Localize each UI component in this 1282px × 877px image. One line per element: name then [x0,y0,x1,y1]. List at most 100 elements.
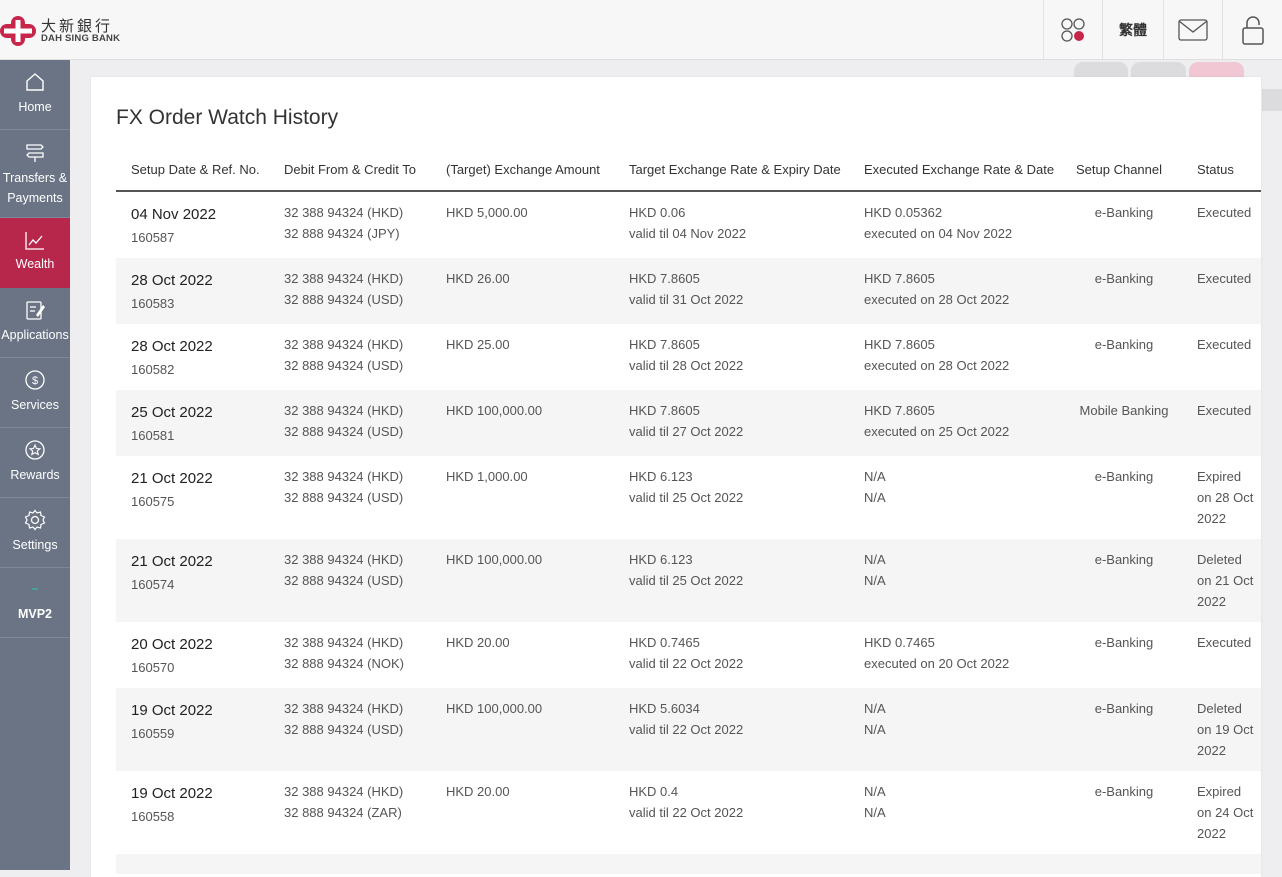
form-icon [26,301,45,320]
table-row[interactable]: 19 Oct 2022 160559 32 388 94324 (HKD) 32… [116,688,1261,771]
setup-date: 21 Oct 2022 [131,470,213,487]
expiry-date: valid til 22 Oct 2022 [629,656,744,671]
executed-rate: HKD 7.8605 [864,403,935,418]
expiry-date: valid til 04 Nov 2022 [629,226,747,241]
table-row[interactable]: 19 Oct 2022 160558 32 388 94324 (HKD) 32… [116,771,1261,854]
setup-channel: e-Banking [1094,271,1154,286]
column-header-setup-date: Setup Date & Ref. No. [131,162,260,177]
column-header-target-rate: Target Exchange Rate & Expiry Date [629,162,841,177]
table-row[interactable]: 21 Oct 2022 160574 32 388 94324 (HKD) 32… [116,539,1261,622]
credit-account: 32 888 94324 (JPY) [284,226,400,241]
table-row[interactable]: 28 Oct 2022 160582 32 388 94324 (HKD) 32… [116,324,1261,390]
column-header-amount: (Target) Exchange Amount [446,162,600,177]
setup-channel: e-Banking [1094,205,1154,220]
table-row[interactable] [116,854,1261,874]
executed-date: executed on 04 Nov 2022 [864,226,1013,241]
table-row[interactable]: 21 Oct 2022 160575 32 388 94324 (HKD) 32… [116,456,1261,539]
lock-icon [1241,15,1264,45]
bank-logo[interactable]: 大新銀行 DAH SING BANK [0,14,130,48]
order-status: Executed [1197,205,1252,220]
exchange-amount: HKD 25.00 [446,337,510,352]
ref-number: 160587 [131,230,175,245]
debit-account: 32 388 94324 (HKD) [284,635,404,650]
background-panel-edge [1262,89,1282,111]
ref-number: 160582 [131,362,175,377]
column-header-channel: Setup Channel [1076,162,1163,177]
sidebar-item-services[interactable]: $ Services [0,358,70,428]
target-rate: HKD 0.06 [629,205,686,220]
credit-account: 32 888 94324 (NOK) [284,656,404,671]
setup-channel: e-Banking [1094,552,1154,567]
table-row[interactable]: 25 Oct 2022 160581 32 388 94324 (HKD) 32… [116,390,1261,456]
sidebar-item-wealth[interactable]: Wealth [0,218,70,288]
ref-number: 160581 [131,428,175,443]
setup-date: 21 Oct 2022 [131,553,213,570]
sidebar-item-label: Transfers & Payments [2,171,68,205]
language-toggle[interactable]: 繁體 [1102,0,1163,59]
credit-account: 32 888 94324 (USD) [284,573,404,588]
sidebar-item-transfers[interactable]: Transfers & Payments [0,130,70,218]
apps-button[interactable] [1043,0,1102,59]
ref-number: 160583 [131,296,175,311]
debit-account: 32 388 94324 (HKD) [284,701,404,716]
table-row[interactable]: 04 Nov 2022 160587 32 388 94324 (HKD) 32… [116,192,1261,258]
logout-button[interactable] [1222,0,1282,59]
debit-account: 32 388 94324 (HKD) [284,552,404,567]
sidebar-item-applications[interactable]: Applications [0,288,70,358]
exchange-amount: HKD 100,000.00 [446,403,543,418]
expiry-date: valid til 31 Oct 2022 [629,292,744,307]
target-rate: HKD 0.4 [629,784,679,799]
gear-icon [24,509,46,531]
credit-account: 32 888 94324 (USD) [284,424,404,439]
table-row[interactable]: 28 Oct 2022 160583 32 388 94324 (HKD) 32… [116,258,1261,324]
sidebar-item-label: MVP2 [17,607,53,621]
target-rate: HKD 6.123 [629,469,693,484]
expiry-date: valid til 28 Oct 2022 [629,358,744,373]
sidebar-nav: Home Transfers & Payments Wealth Applica… [0,60,70,870]
debit-account: 32 388 94324 (HKD) [284,337,404,352]
target-rate: HKD 7.8605 [629,337,700,352]
table-row[interactable]: 20 Oct 2022 160570 32 388 94324 (HKD) 32… [116,622,1261,688]
sidebar-item-label: Services [11,398,59,412]
dollar-icon: $ [25,370,45,390]
sidebar-item-rewards[interactable]: Rewards [0,428,70,498]
debit-account: 32 388 94324 (HKD) [284,784,404,799]
executed-date: N/A [864,805,886,820]
ref-number: 160570 [131,660,175,675]
ref-number: 160574 [131,577,175,592]
sidebar-item-label: Home [18,100,52,114]
setup-date: 19 Oct 2022 [131,785,213,802]
setup-date: 20 Oct 2022 [131,636,213,653]
ref-number: 160558 [131,809,175,824]
credit-account: 32 888 94324 (USD) [284,722,404,737]
target-rate: HKD 6.123 [629,552,693,567]
executed-rate: HKD 0.05362 [864,205,943,220]
credit-account: 32 888 94324 (ZAR) [284,805,402,820]
executed-rate: HKD 0.7465 [864,635,935,650]
setup-channel: e-Banking [1094,469,1154,484]
executed-rate: HKD 7.8605 [864,337,935,352]
exchange-amount: HKD 100,000.00 [446,701,543,716]
bank-logo-icon [0,16,36,46]
sidebar-item-home[interactable]: Home [0,60,70,130]
column-header-accounts: Debit From & Credit To [284,162,416,177]
column-header-status: Status [1197,162,1234,177]
expiry-date: valid til 22 Oct 2022 [629,722,744,737]
mail-button[interactable] [1163,0,1222,59]
expiry-date: valid til 27 Oct 2022 [629,424,744,439]
setup-channel: e-Banking [1094,701,1154,716]
star-icon [25,440,45,460]
chart-icon [25,232,44,250]
order-status: Deleted on 19 Oct 2022 [1197,701,1254,758]
executed-date: executed on 25 Oct 2022 [864,424,1010,439]
sidebar-item-mvp2[interactable]: MVP2 [0,568,70,638]
setup-channel: e-Banking [1094,784,1154,799]
target-rate: HKD 7.8605 [629,403,700,418]
expiry-date: valid til 25 Oct 2022 [629,573,744,588]
ref-number: 160575 [131,494,175,509]
sidebar-item-settings[interactable]: Settings [0,498,70,568]
setup-date: 28 Oct 2022 [131,272,213,289]
sidebar-item-label: Rewards [10,468,60,482]
setup-date: 04 Nov 2022 [131,206,217,223]
table-header: Setup Date & Ref. No. Debit From & Credi… [116,157,1261,192]
